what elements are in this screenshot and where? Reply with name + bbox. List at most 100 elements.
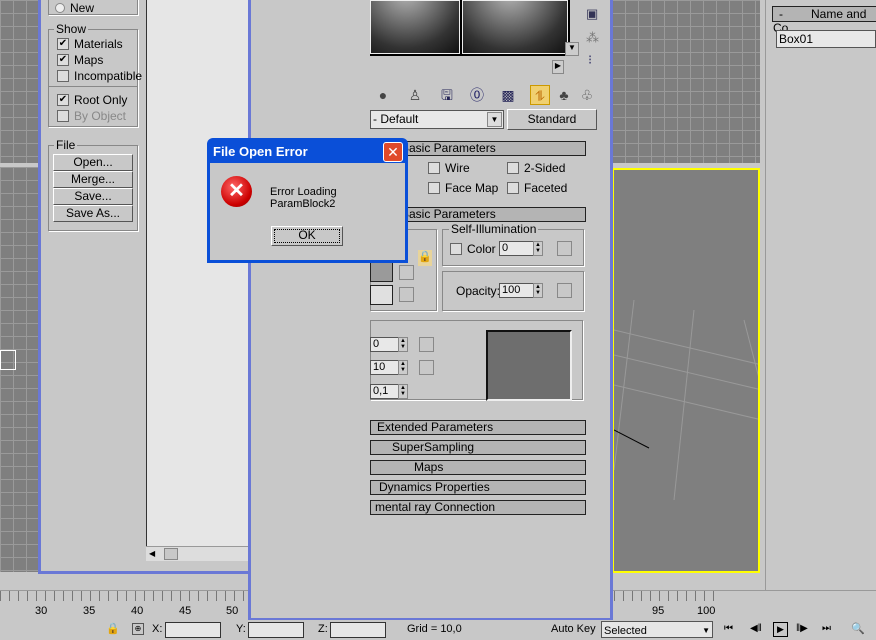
glossiness-spinner[interactable]: ▲ ▼: [398, 360, 408, 375]
show-maps-checkbox[interactable]: ✔ Maps: [57, 52, 142, 68]
zoom-icon[interactable]: 🔍: [851, 620, 865, 638]
z-label: Z:: [318, 623, 328, 635]
go-to-parent-icon[interactable]: ⥮: [530, 85, 550, 105]
tick-label: 35: [83, 605, 96, 617]
viewport-top-left[interactable]: [0, 0, 40, 163]
ambient-swatch[interactable]: [370, 262, 393, 282]
show-incompatible-checkbox[interactable]: Incompatible: [57, 68, 142, 84]
glossiness-map-button[interactable]: [419, 360, 434, 375]
material-effects-icon[interactable]: 🖫: [437, 85, 457, 105]
sample-scroll-right[interactable]: ▶: [552, 60, 564, 74]
soften-spinner[interactable]: ▲ ▼: [398, 384, 408, 399]
show-label: Show: [54, 22, 89, 36]
specular-level-spinner[interactable]: ▲ ▼: [398, 337, 408, 352]
sample-sphere-1[interactable]: [370, 0, 460, 54]
tick-label: 100: [697, 605, 716, 617]
close-button[interactable]: ✕: [383, 142, 403, 162]
diffuse-swatch[interactable]: [370, 285, 393, 305]
options-icon[interactable]: ⁂: [586, 30, 599, 46]
show-materials-checkbox[interactable]: ✔ Materials: [57, 36, 142, 52]
face-map-checkbox[interactable]: Face Map: [428, 180, 498, 196]
background-icon[interactable]: ▣: [586, 6, 598, 22]
rollout-supersampling[interactable]: SuperSampling: [370, 440, 586, 455]
pick-material-icon[interactable]: ♧: [577, 85, 597, 105]
wire-checkbox[interactable]: Wire: [428, 160, 470, 176]
highlight-curve-preview: [486, 330, 572, 401]
ambient-map-button[interactable]: [399, 265, 414, 280]
tick-label: 40: [131, 605, 144, 617]
perspective-grid: [614, 299, 758, 501]
sample-sphere-2[interactable]: [462, 0, 568, 54]
make-unique-icon[interactable]: ●: [373, 85, 393, 105]
error-message: Error Loading ParamBlock2: [270, 186, 337, 210]
rollout-extended-parameters[interactable]: Extended Parameters: [370, 420, 586, 435]
select-by-material-icon[interactable]: ⁝: [588, 52, 592, 68]
viewport-perspective-active[interactable]: [612, 168, 760, 573]
sample-scroll-down[interactable]: ▼: [565, 42, 579, 56]
dialog-title: File Open Error: [213, 144, 308, 159]
opacity-map-button[interactable]: [557, 283, 572, 298]
two-sided-checkbox[interactable]: 2-Sided: [507, 160, 565, 176]
file-open-error-dialog: File Open Error ✕ ✕ Error Loading ParamB…: [207, 138, 408, 263]
object-outline: [0, 350, 16, 370]
show-end-result-icon[interactable]: ▩: [498, 85, 518, 105]
lock-selection-icon[interactable]: 🔒: [106, 620, 120, 638]
name-color-rollout[interactable]: - Name and Co: [772, 6, 876, 35]
self-illum-map-button[interactable]: [557, 241, 572, 256]
put-to-library-icon[interactable]: ♙: [405, 85, 425, 105]
viewport-separator: [0, 163, 40, 167]
tick-label: 50: [226, 605, 239, 617]
new-radio[interactable]: New: [55, 1, 94, 15]
chevron-down-icon: ▼: [487, 112, 502, 127]
opacity-input[interactable]: 100: [499, 283, 535, 298]
viewport-top-right[interactable]: [612, 0, 760, 163]
tick-label: 30: [35, 605, 48, 617]
sample-slots[interactable]: [370, 0, 570, 56]
material-name-dropdown[interactable]: - Default ▼: [370, 110, 504, 129]
x-coordinate-input[interactable]: [165, 622, 221, 638]
diffuse-map-button[interactable]: [399, 287, 414, 302]
self-illum-spinner[interactable]: ▲ ▼: [533, 241, 543, 256]
rollout-maps[interactable]: Maps: [370, 460, 586, 475]
collapse-icon: -: [779, 7, 783, 21]
open-button[interactable]: Open...: [53, 154, 133, 171]
self-illum-value-input[interactable]: 0: [499, 241, 535, 256]
material-type-button[interactable]: Standard: [507, 109, 597, 130]
specular-level-map-button[interactable]: [419, 337, 434, 352]
go-to-start-icon[interactable]: ⏮: [724, 620, 733, 638]
go-forward-sibling-icon[interactable]: ♣: [554, 85, 574, 105]
faceted-checkbox[interactable]: Faceted: [507, 180, 567, 196]
ok-button[interactable]: OK: [271, 226, 343, 246]
show-map-icon[interactable]: ⓪: [467, 85, 487, 105]
z-coordinate-input[interactable]: [330, 622, 386, 638]
rollout-dynamics-properties[interactable]: Dynamics Properties: [370, 480, 586, 495]
grid-size-label: Grid = 10,0: [407, 623, 462, 635]
merge-button[interactable]: Merge...: [53, 171, 133, 188]
by-object-checkbox[interactable]: By Object: [57, 108, 127, 124]
next-frame-icon[interactable]: ‖▶: [796, 620, 808, 638]
previous-frame-icon[interactable]: ◀‖: [750, 620, 762, 638]
file-group: File Open... Merge... Save... Save As...: [48, 138, 138, 231]
play-icon[interactable]: ▶: [773, 622, 788, 637]
lock-icon[interactable]: 🔒: [418, 250, 432, 266]
command-panel: [765, 0, 876, 620]
absolute-mode-icon[interactable]: ⊕: [132, 623, 144, 635]
auto-key-button[interactable]: Auto Key: [551, 620, 596, 638]
x-label: X:: [152, 623, 163, 635]
status-bar: 🔒 ⊕ X: Y: Z: Grid = 10,0 Auto Key Select…: [0, 620, 876, 638]
material-editor-bottom: [248, 570, 613, 621]
show-group: Show ✔ Materials ✔ Maps Incompatible ✔ Root…: [48, 22, 142, 127]
tick-label: 95: [652, 605, 665, 617]
error-icon: ✕: [221, 176, 252, 207]
save-as-button[interactable]: Save As...: [53, 205, 133, 222]
save-button[interactable]: Save...: [53, 188, 133, 205]
key-filter-dropdown[interactable]: Selected ▼: [601, 621, 713, 638]
y-coordinate-input[interactable]: [248, 622, 304, 638]
object-name-input[interactable]: [776, 30, 876, 48]
rollout-mental-ray-connection[interactable]: mental ray Connection: [370, 500, 586, 515]
y-label: Y:: [236, 623, 246, 635]
opacity-spinner[interactable]: ▲ ▼: [533, 283, 543, 298]
self-illum-color-checkbox[interactable]: Color: [450, 241, 496, 257]
root-only-checkbox[interactable]: ✔ Root Only: [57, 92, 127, 108]
go-to-end-icon[interactable]: ⏭: [822, 620, 831, 638]
